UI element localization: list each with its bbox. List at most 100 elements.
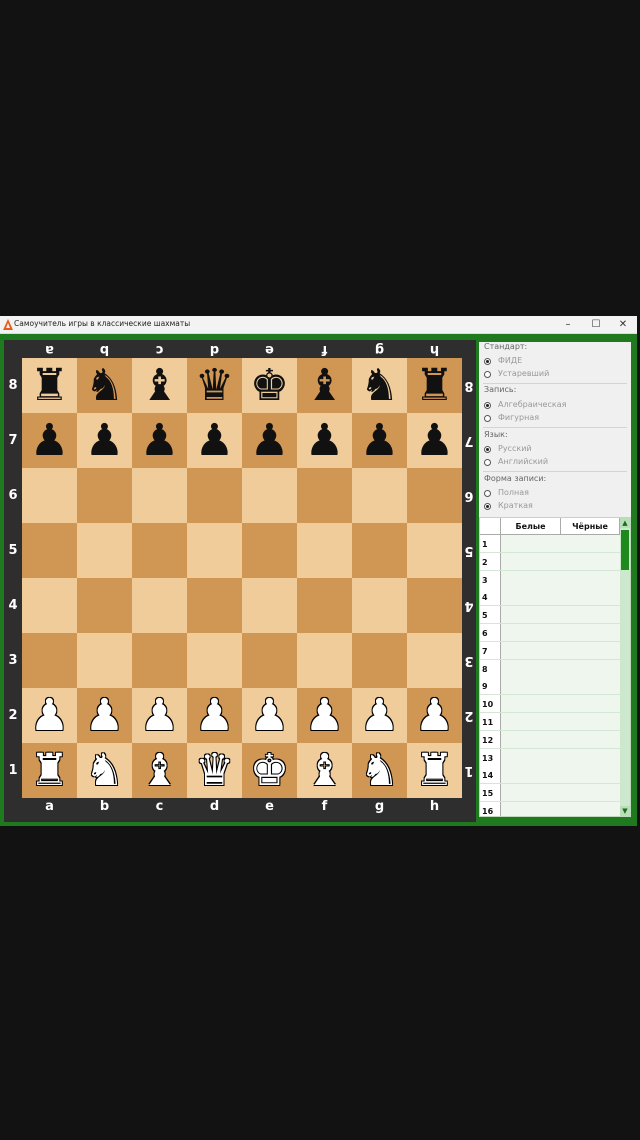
black-move-cell[interactable] bbox=[561, 802, 621, 816]
table-row[interactable]: 15 bbox=[480, 784, 621, 803]
table-row[interactable]: 3 bbox=[480, 570, 621, 589]
white-move-cell[interactable] bbox=[501, 802, 562, 816]
white-pawn-icon[interactable]: ♟ bbox=[187, 688, 242, 743]
table-row[interactable]: 16 bbox=[480, 802, 621, 816]
table-row[interactable]: 7 bbox=[480, 641, 621, 660]
black-move-cell[interactable] bbox=[561, 606, 621, 624]
minimize-button[interactable]: – bbox=[556, 317, 580, 332]
black-move-cell[interactable] bbox=[561, 624, 621, 641]
square-a4[interactable] bbox=[22, 578, 77, 633]
white-move-cell[interactable] bbox=[501, 730, 562, 748]
black-queen-icon[interactable]: ♛ bbox=[187, 358, 242, 413]
square-f4[interactable] bbox=[297, 578, 352, 633]
square-f3[interactable] bbox=[297, 633, 352, 688]
square-h3[interactable] bbox=[407, 633, 462, 688]
black-move-cell[interactable] bbox=[561, 588, 621, 606]
white-move-cell[interactable] bbox=[501, 713, 562, 730]
black-rook-icon[interactable]: ♜ bbox=[22, 358, 77, 413]
square-a3[interactable] bbox=[22, 633, 77, 688]
black-rook-icon[interactable]: ♜ bbox=[407, 358, 462, 413]
square-e5[interactable] bbox=[242, 523, 297, 578]
black-king-icon[interactable]: ♚ bbox=[242, 358, 297, 413]
black-pawn-icon[interactable]: ♟ bbox=[407, 413, 462, 468]
white-move-cell[interactable] bbox=[501, 641, 562, 659]
black-move-cell[interactable] bbox=[561, 730, 621, 748]
table-row[interactable]: 2 bbox=[480, 552, 621, 571]
table-row[interactable]: 6 bbox=[480, 624, 621, 642]
table-row[interactable]: 1 bbox=[480, 535, 621, 553]
square-d3[interactable] bbox=[187, 633, 242, 688]
square-g4[interactable] bbox=[352, 578, 407, 633]
square-c6[interactable] bbox=[132, 468, 187, 523]
close-button[interactable]: ✕ bbox=[611, 317, 635, 332]
white-move-cell[interactable] bbox=[501, 588, 562, 606]
black-pawn-icon[interactable]: ♟ bbox=[352, 413, 407, 468]
white-move-cell[interactable] bbox=[501, 535, 562, 552]
table-row[interactable]: 4 bbox=[480, 588, 621, 607]
square-g6[interactable] bbox=[352, 468, 407, 523]
square-a6[interactable] bbox=[22, 468, 77, 523]
square-c3[interactable] bbox=[132, 633, 187, 688]
square-h5[interactable] bbox=[407, 523, 462, 578]
table-row[interactable]: 11 bbox=[480, 713, 621, 731]
table-row[interactable]: 5 bbox=[480, 606, 621, 625]
white-move-cell[interactable] bbox=[501, 570, 562, 588]
square-d5[interactable] bbox=[187, 523, 242, 578]
square-d6[interactable] bbox=[187, 468, 242, 523]
table-row[interactable]: 13 bbox=[480, 748, 621, 767]
white-move-cell[interactable] bbox=[501, 624, 562, 641]
square-f5[interactable] bbox=[297, 523, 352, 578]
black-pawn-icon[interactable]: ♟ bbox=[297, 413, 352, 468]
white-move-cell[interactable] bbox=[501, 748, 562, 766]
white-knight-icon[interactable]: ♞ bbox=[77, 743, 132, 798]
black-pawn-icon[interactable]: ♟ bbox=[22, 413, 77, 468]
white-pawn-icon[interactable]: ♟ bbox=[22, 688, 77, 743]
black-move-cell[interactable] bbox=[561, 552, 621, 570]
white-pawn-icon[interactable]: ♟ bbox=[352, 688, 407, 743]
white-move-cell[interactable] bbox=[501, 784, 562, 802]
black-move-cell[interactable] bbox=[561, 535, 621, 552]
move-list-table[interactable]: Белые Чёрные 1 2 3 4 5 6 7 8 9 10 11 12 13 14 15 16 ▲ ▼ bbox=[479, 517, 631, 817]
black-move-cell[interactable] bbox=[561, 766, 621, 784]
white-bishop-icon[interactable]: ♝ bbox=[132, 743, 187, 798]
scroll-up-icon[interactable]: ▲ bbox=[620, 518, 630, 528]
black-bishop-icon[interactable]: ♝ bbox=[297, 358, 352, 413]
white-move-cell[interactable] bbox=[501, 677, 562, 695]
black-pawn-icon[interactable]: ♟ bbox=[77, 413, 132, 468]
white-move-cell[interactable] bbox=[501, 659, 562, 677]
square-a5[interactable] bbox=[22, 523, 77, 578]
white-pawn-icon[interactable]: ♟ bbox=[297, 688, 352, 743]
chess-board[interactable]: ♜ ♞ ♝ ♛ ♚ ♝ ♞ ♜ ♟ ♟ ♟ ♟ ♟ ♟ ♟ ♟ ♟ ♟ ♟ ♟ ♟ ♟ ♟ ♟ ♜ ♞ ♝ ♛ ♚ ♝ ♞ ♜ bbox=[22, 358, 462, 798]
black-move-cell[interactable] bbox=[561, 713, 621, 730]
black-move-cell[interactable] bbox=[561, 784, 621, 802]
square-b4[interactable] bbox=[77, 578, 132, 633]
square-d4[interactable] bbox=[187, 578, 242, 633]
square-c5[interactable] bbox=[132, 523, 187, 578]
black-move-cell[interactable] bbox=[561, 748, 621, 766]
square-h4[interactable] bbox=[407, 578, 462, 633]
white-king-icon[interactable]: ♚ bbox=[242, 743, 297, 798]
white-move-cell[interactable] bbox=[501, 606, 562, 624]
white-rook-icon[interactable]: ♜ bbox=[407, 743, 462, 798]
square-b5[interactable] bbox=[77, 523, 132, 578]
white-pawn-icon[interactable]: ♟ bbox=[132, 688, 187, 743]
white-rook-icon[interactable]: ♜ bbox=[22, 743, 77, 798]
square-f6[interactable] bbox=[297, 468, 352, 523]
black-pawn-icon[interactable]: ♟ bbox=[242, 413, 297, 468]
black-pawn-icon[interactable]: ♟ bbox=[132, 413, 187, 468]
square-b6[interactable] bbox=[77, 468, 132, 523]
black-move-cell[interactable] bbox=[561, 641, 621, 659]
black-move-cell[interactable] bbox=[561, 659, 621, 677]
move-list-scrollbar[interactable]: ▲ ▼ bbox=[620, 518, 630, 816]
white-move-cell[interactable] bbox=[501, 695, 562, 713]
scrollbar-thumb[interactable] bbox=[621, 530, 629, 570]
table-row[interactable]: 14 bbox=[480, 766, 621, 785]
square-b3[interactable] bbox=[77, 633, 132, 688]
white-pawn-icon[interactable]: ♟ bbox=[407, 688, 462, 743]
square-g5[interactable] bbox=[352, 523, 407, 578]
white-knight-icon[interactable]: ♞ bbox=[352, 743, 407, 798]
black-bishop-icon[interactable]: ♝ bbox=[132, 358, 187, 413]
black-knight-icon[interactable]: ♞ bbox=[352, 358, 407, 413]
black-move-cell[interactable] bbox=[561, 570, 621, 588]
title-bar[interactable]: Самоучитель игры в классические шахматы … bbox=[0, 316, 637, 334]
